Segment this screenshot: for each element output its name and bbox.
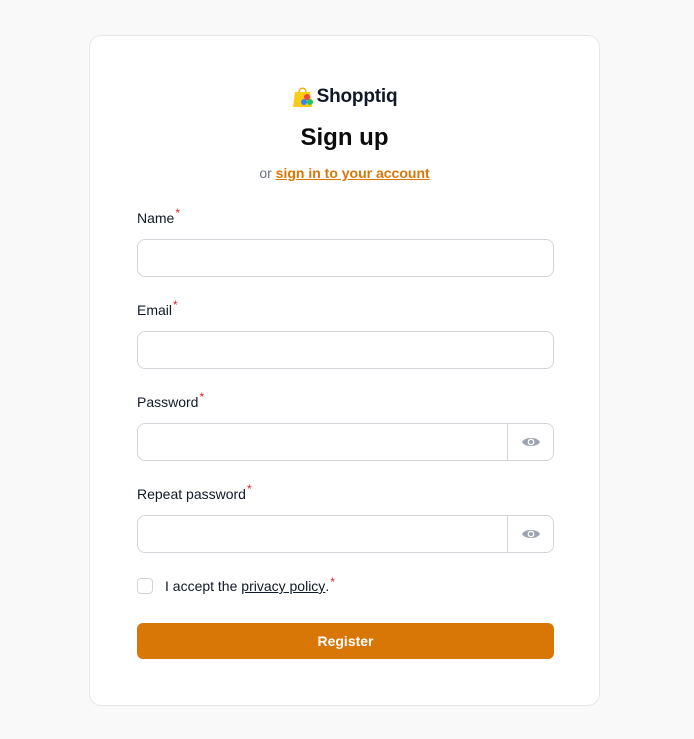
privacy-policy-link[interactable]: privacy policy [241, 578, 325, 594]
email-label: Email* [137, 298, 178, 318]
register-button[interactable]: Register [137, 623, 554, 659]
name-label-text: Name [137, 210, 175, 226]
password-group [137, 423, 554, 461]
eye-icon [521, 437, 540, 447]
name-label: Name* [137, 206, 180, 226]
eye-icon [521, 529, 540, 539]
required-marker: * [173, 298, 178, 312]
privacy-consent-row: I accept the privacy policy. * [137, 575, 335, 594]
toggle-password-visibility-button[interactable] [507, 424, 553, 460]
email-label-text: Email [137, 302, 173, 318]
signin-prompt: or sign in to your account [90, 165, 599, 181]
shopping-bag-icon [292, 87, 313, 107]
required-marker: * [330, 575, 335, 589]
signup-card: Shopptiq Sign up or sign in to your acco… [89, 35, 600, 706]
repeat-password-field[interactable] [138, 516, 507, 552]
brand-logo[interactable]: Shopptiq [90, 82, 599, 112]
signin-prefix: or [259, 165, 272, 181]
page-title: Sign up [300, 124, 389, 151]
privacy-checkbox[interactable] [137, 578, 153, 594]
consent-prefix: I accept the [165, 578, 238, 594]
repeat-password-label: Repeat password* [137, 482, 252, 502]
password-label: Password* [137, 390, 204, 410]
signin-link[interactable]: sign in to your account [276, 165, 430, 181]
required-marker: * [199, 390, 205, 404]
password-field[interactable] [138, 424, 507, 460]
required-marker: * [246, 482, 252, 496]
brand-name: Shopptiq [316, 86, 398, 107]
toggle-repeat-password-visibility-button[interactable] [507, 516, 553, 552]
repeat-password-group [137, 515, 554, 553]
password-label-text: Password [137, 394, 199, 410]
consent-suffix: . [325, 578, 330, 594]
name-field[interactable] [137, 239, 554, 277]
email-field[interactable] [137, 331, 554, 369]
required-marker: * [175, 206, 181, 220]
repeat-password-label-text: Repeat password [137, 486, 246, 502]
